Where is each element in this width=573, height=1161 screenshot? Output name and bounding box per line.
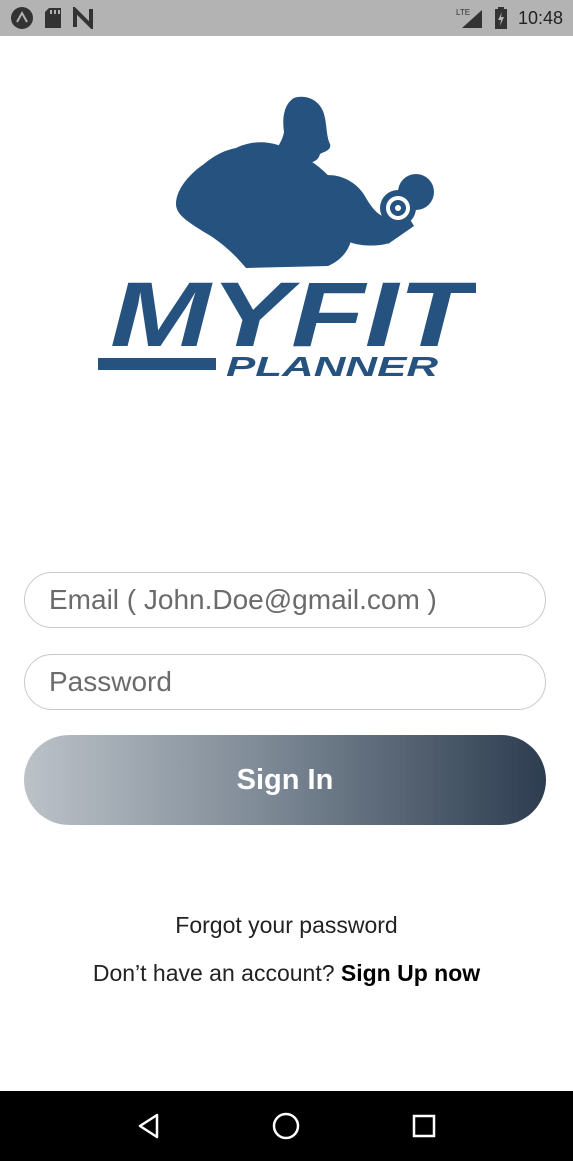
sign-in-label: Sign In	[236, 763, 334, 796]
dumbbell-icon	[380, 174, 434, 226]
android-icon	[10, 6, 34, 30]
sd-card-icon	[44, 7, 62, 29]
network-label: LTE	[456, 8, 470, 17]
back-icon[interactable]	[129, 1106, 169, 1146]
logo-underline	[98, 358, 216, 370]
status-bar: LTE 10:48	[0, 0, 573, 36]
no-account-text: Don’t have an account?	[92, 960, 335, 986]
sign-in-button[interactable]: Sign In	[24, 735, 546, 825]
bodybuilder-icon	[176, 96, 414, 268]
battery-charging-icon	[494, 7, 508, 29]
signup-line: Don’t have an account? Sign Up now	[0, 960, 573, 987]
nfc-icon	[72, 7, 94, 29]
home-icon[interactable]	[266, 1106, 306, 1146]
status-right: LTE 10:48	[456, 7, 563, 29]
signal-icon: LTE	[456, 7, 484, 29]
password-placeholder: Password	[49, 666, 172, 697]
navigation-bar	[0, 1091, 573, 1161]
sign-up-link[interactable]: Sign Up now	[341, 960, 480, 986]
myfit-planner-logo: MYFIT PLANNER	[96, 92, 476, 382]
email-placeholder: Email ( John.Doe@gmail.com )	[49, 584, 437, 615]
password-field[interactable]: Password	[24, 654, 546, 710]
forgot-password-label: Forgot your password	[175, 912, 398, 938]
status-left	[10, 6, 94, 30]
logo-subtitle: PLANNER	[226, 351, 439, 382]
recents-icon[interactable]	[404, 1106, 444, 1146]
email-field[interactable]: Email ( John.Doe@gmail.com )	[24, 572, 546, 628]
forgot-password-link[interactable]: Forgot your password	[0, 912, 573, 939]
status-time: 10:48	[517, 7, 563, 28]
